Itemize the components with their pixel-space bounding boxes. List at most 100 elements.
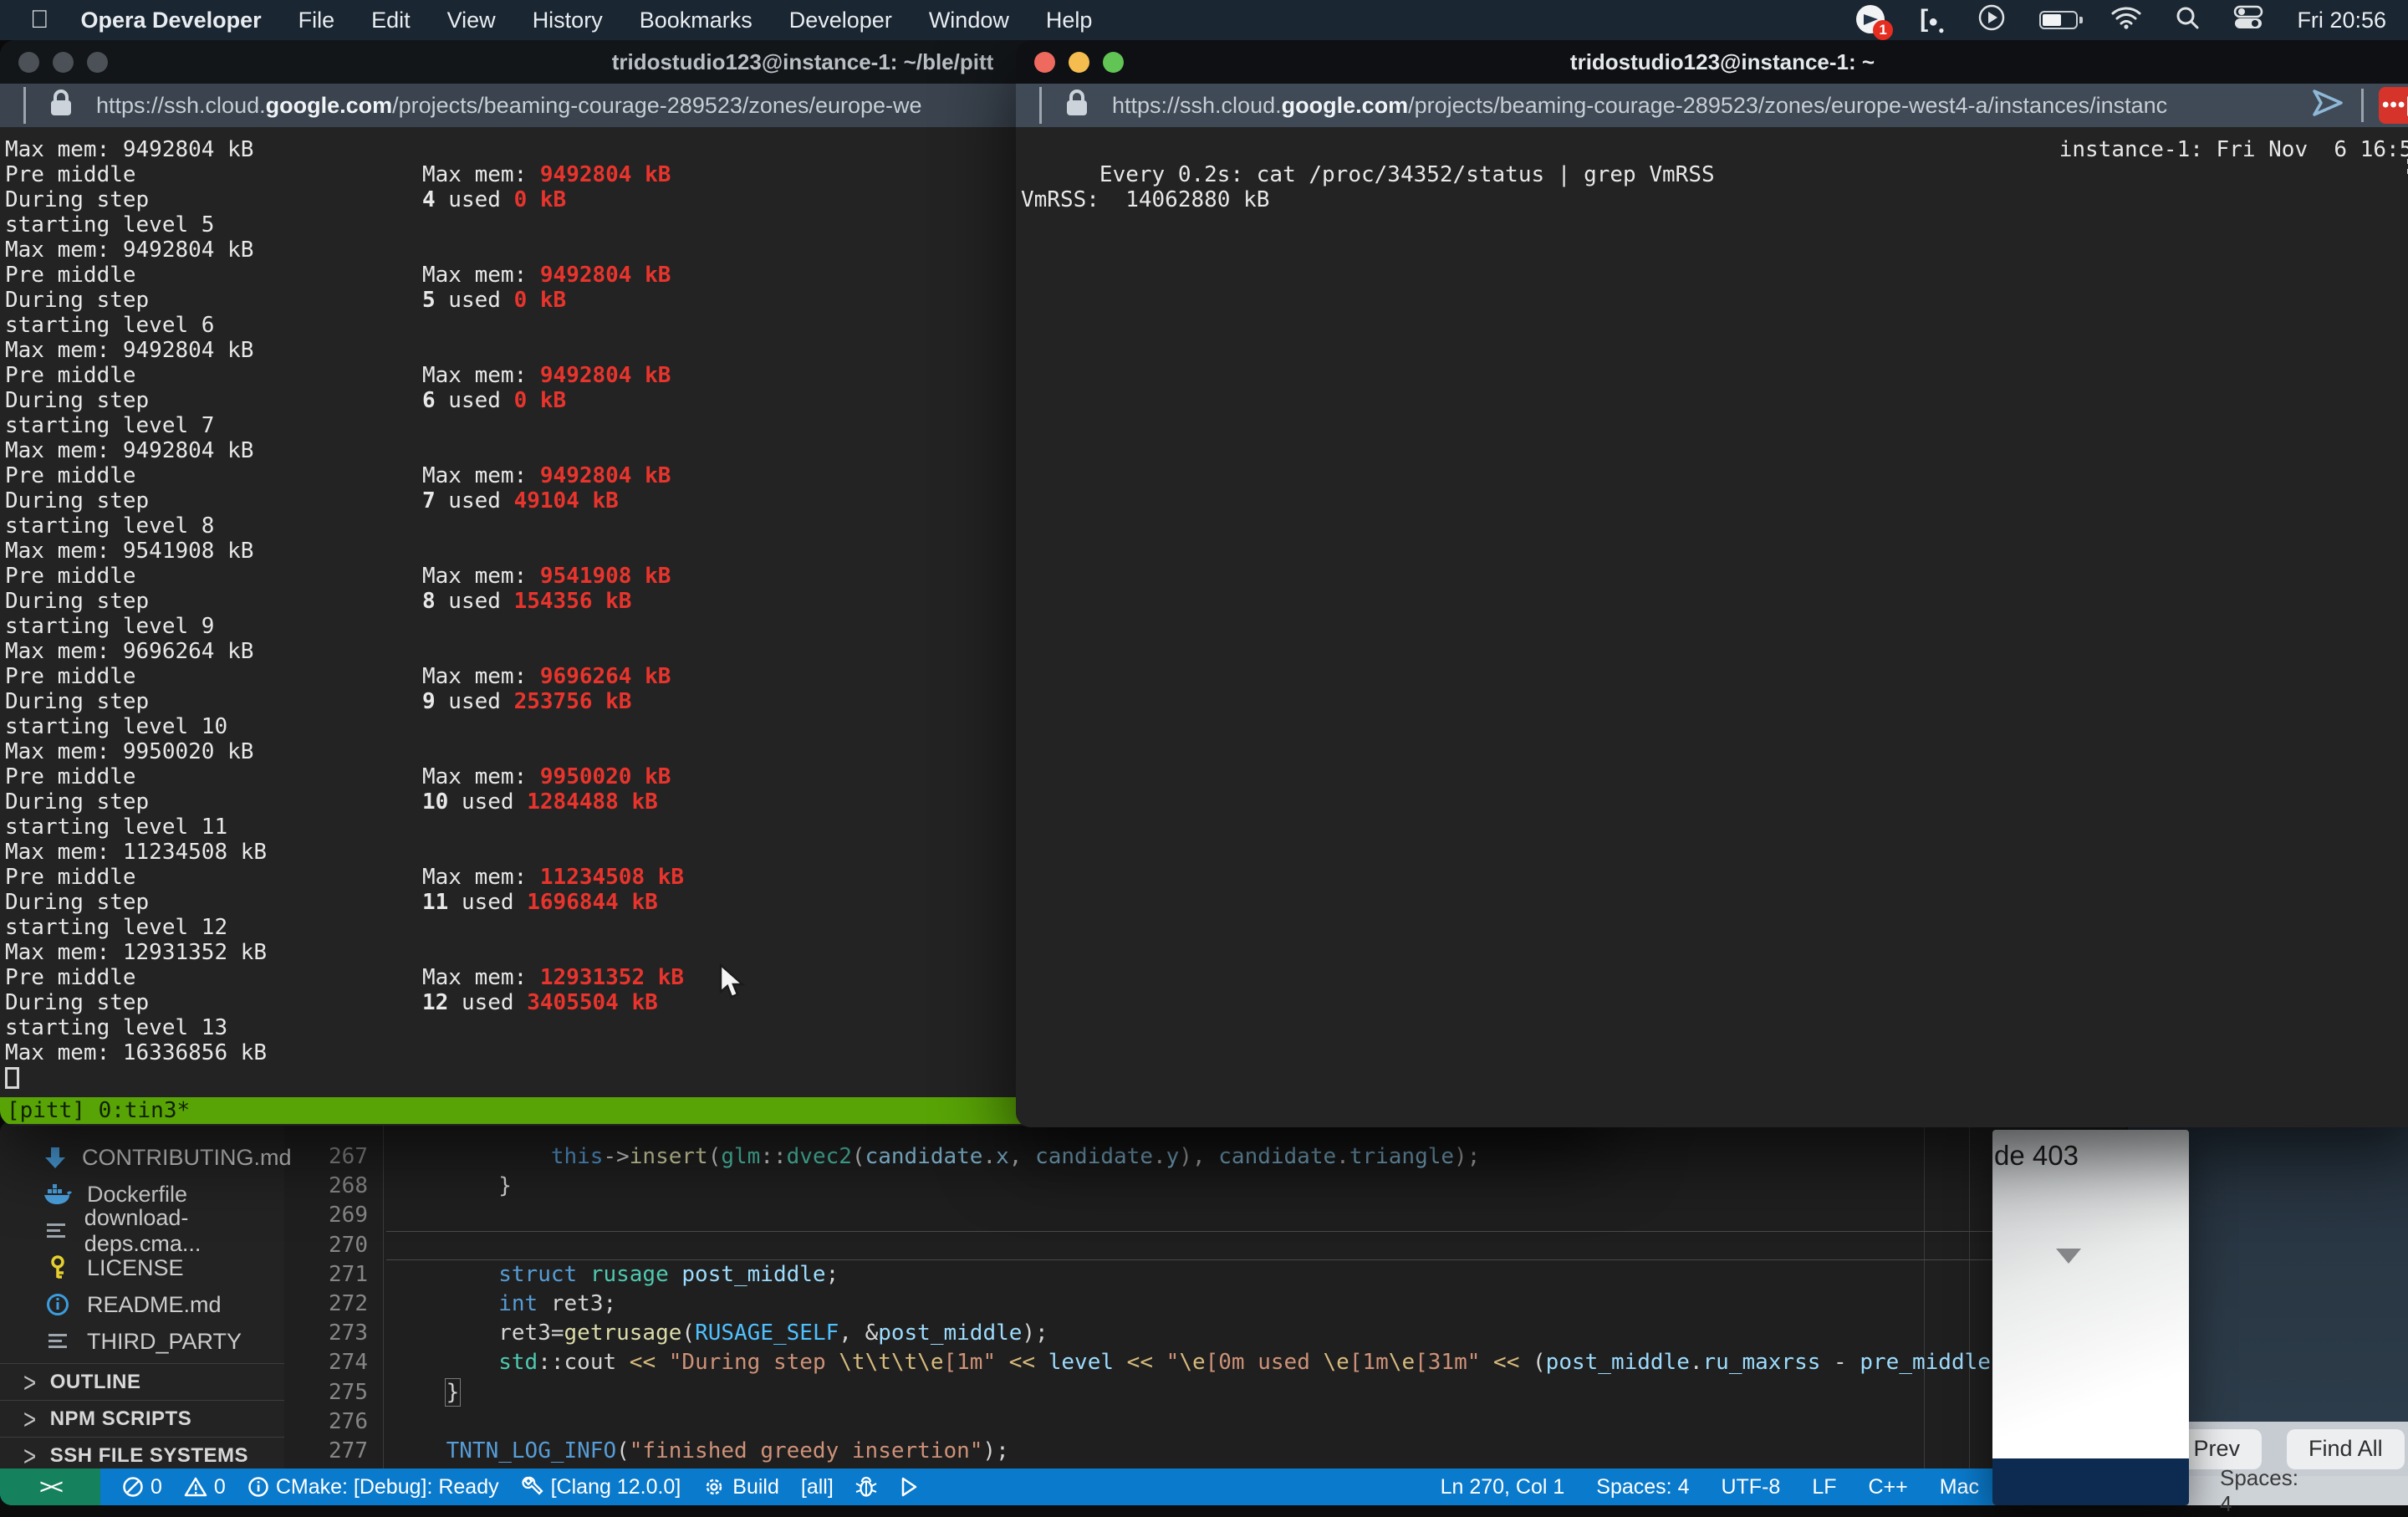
menu-item-bookmarks[interactable]: Bookmarks (640, 8, 752, 33)
url-text[interactable]: https://ssh.cloud.google.com/projects/be… (96, 93, 922, 119)
terminal-line-left: starting level 12 (5, 915, 227, 940)
statusbar-item[interactable] (899, 1476, 919, 1498)
menubar-clock[interactable]: Fri 20:56 (2297, 8, 2386, 33)
lastpass-extension-icon[interactable]: •••| (2379, 87, 2408, 124)
mem-value: 11234508 kB (540, 865, 684, 890)
play-circle-icon[interactable] (1977, 3, 2006, 38)
code-token: ; (826, 1262, 839, 1287)
terminal-output-right[interactable]: Every 0.2s: cat /proc/34352/status | gre… (1016, 127, 2408, 1127)
sidebar-section-outline[interactable]: >OUTLINE (0, 1363, 284, 1401)
sidebar-file-license[interactable]: LICENSE (0, 1249, 284, 1286)
statusbar-item-0[interactable]: 0 (122, 1475, 162, 1499)
code-token: ); (1454, 1144, 1480, 1169)
find-all-button[interactable]: Find All (2287, 1429, 2405, 1469)
terminal-line-left: starting level 11 (5, 815, 227, 840)
sidebar-file-download-deps-cma-[interactable]: download-deps.cma... (0, 1213, 284, 1249)
apple-menu-icon[interactable]:  (30, 6, 49, 34)
statusbar-item-c-[interactable]: C++ (1869, 1475, 1908, 1499)
menu-app-name[interactable]: Opera Developer (81, 8, 262, 33)
statusbar-item-mac[interactable]: Mac (1940, 1475, 1979, 1499)
menu-item-edit[interactable]: Edit (371, 8, 411, 33)
used-value: 154356 kB (514, 589, 632, 614)
used-label: used (436, 187, 514, 212)
statusbar-item-cmake-debug-ready[interactable]: CMake: [Debug]: Ready (247, 1475, 499, 1499)
shortcuts-icon[interactable]: [●● (1920, 5, 1944, 36)
statusbar-item-build[interactable]: Build (702, 1475, 779, 1499)
battery-icon[interactable] (2039, 11, 2078, 29)
mem-label: Max mem: (422, 162, 540, 187)
code-token: struct (498, 1262, 577, 1287)
code-line[interactable]: this->insert(glm::dvec2(candidate.x, can… (394, 1142, 2128, 1172)
code-line[interactable]: TNTN_LOG_INFO("finished greedy insertion… (394, 1437, 2128, 1466)
statusbar-item-lf[interactable]: LF (1812, 1475, 1836, 1499)
menu-item-view[interactable]: View (447, 8, 496, 33)
right-address-bar[interactable]: https://ssh.cloud.google.com/projects/be… (1016, 84, 2408, 127)
menu-item-developer[interactable]: Developer (789, 8, 892, 33)
used-label: used (436, 689, 514, 714)
code-token (669, 1262, 682, 1287)
line-number: 277 (284, 1437, 368, 1466)
code-token: insert (630, 1144, 708, 1169)
statusbar-item-ln-270-col-1[interactable]: Ln 270, Col 1 (1441, 1475, 1565, 1499)
terminal-line-left: Max mem: 9492804 kB (5, 438, 253, 463)
mem-value: 9950020 kB (540, 764, 671, 789)
code-line[interactable] (394, 1407, 2128, 1437)
code-line[interactable]: } (394, 1172, 2128, 1201)
sidebar-file-third-party[interactable]: THIRD_PARTY (0, 1323, 284, 1360)
send-arrow-icon[interactable] (2309, 86, 2346, 125)
terminal-line-left: Pre middle (5, 463, 136, 488)
code-line[interactable]: } (394, 1378, 2128, 1407)
spotlight-search-icon[interactable] (2175, 5, 2200, 36)
separator (2361, 89, 2364, 122)
statusbar-item--all-[interactable]: [all] (801, 1475, 834, 1499)
menu-item-file[interactable]: File (298, 8, 335, 33)
code-line[interactable] (394, 1231, 2128, 1260)
caret (23, 87, 26, 124)
code-token: ( (708, 1144, 722, 1169)
terminal-line-right: 8 used 154356 kB (422, 589, 631, 614)
code-line[interactable] (394, 1201, 2128, 1230)
url-text[interactable]: https://ssh.cloud.google.com/projects/be… (1112, 93, 2301, 119)
terminal-line-left: During step (5, 589, 149, 614)
code-token: int (498, 1291, 538, 1316)
caret (1039, 87, 1042, 124)
code-line[interactable]: struct rusage post_middle; (394, 1260, 2128, 1290)
used-label: used (448, 990, 527, 1015)
terminal-line-left: During step (5, 990, 149, 1015)
menu-item-help[interactable]: Help (1046, 8, 1093, 33)
right-title-bar[interactable]: tridostudio123@instance-1: ~ (1016, 40, 2408, 84)
statusbar-item[interactable] (855, 1475, 877, 1499)
sidebar-file-readme-md[interactable]: README.md (0, 1286, 284, 1323)
notification-app-icon[interactable]: 1 (1856, 5, 1886, 35)
terminal-line-right: Max mem: 9492804 kB (422, 463, 671, 488)
code-token: candidate (1218, 1144, 1336, 1169)
dropdown-arrow-icon[interactable] (2056, 1249, 2081, 1264)
wifi-icon[interactable] (2111, 6, 2141, 35)
code-token: [1m (1349, 1350, 1389, 1375)
menu-item-window[interactable]: Window (929, 8, 1009, 33)
info-icon (247, 1476, 269, 1498)
code-line[interactable]: ret3=getrusage(RUSAGE_SELF, &post_middle… (394, 1319, 2128, 1348)
code-token: . (1690, 1350, 1703, 1375)
statusbar-item-0[interactable]: 0 (184, 1475, 226, 1499)
menu-bar:  Opera Developer File Edit View History Boo… (0, 0, 2408, 40)
code-token: ), (1179, 1144, 1218, 1169)
code-token: - (1820, 1350, 1860, 1375)
sidebar-file-contributing-md[interactable]: CONTRIBUTING.md (0, 1139, 284, 1176)
sidebar-section-npm-scripts[interactable]: >NPM SCRIPTS (0, 1400, 284, 1438)
lock-icon[interactable] (48, 88, 74, 124)
lock-icon[interactable] (1064, 88, 1090, 124)
statusbar-item-spaces-4[interactable]: Spaces: 4 (1596, 1475, 1689, 1499)
terminal-line-right: Max mem: 9492804 kB (422, 363, 671, 388)
background-spaces-label[interactable]: Spaces: 4 (2220, 1465, 2298, 1517)
code-line[interactable]: int ret3; (394, 1290, 2128, 1319)
code-token: , (1009, 1144, 1035, 1169)
step-number: 12 (422, 990, 448, 1015)
terminal-line-right: 7 used 49104 kB (422, 488, 619, 513)
code-line[interactable]: std::cout << "During step \t\t\t\e[1m" <… (394, 1348, 2128, 1377)
menu-item-history[interactable]: History (533, 8, 603, 33)
statusbar-item--clang-12-0-0-[interactable]: [Clang 12.0.0] (521, 1475, 681, 1499)
control-center-icon[interactable] (2233, 5, 2263, 36)
statusbar-item-utf-8[interactable]: UTF-8 (1721, 1475, 1780, 1499)
remote-indicator[interactable]: >< (0, 1468, 100, 1505)
